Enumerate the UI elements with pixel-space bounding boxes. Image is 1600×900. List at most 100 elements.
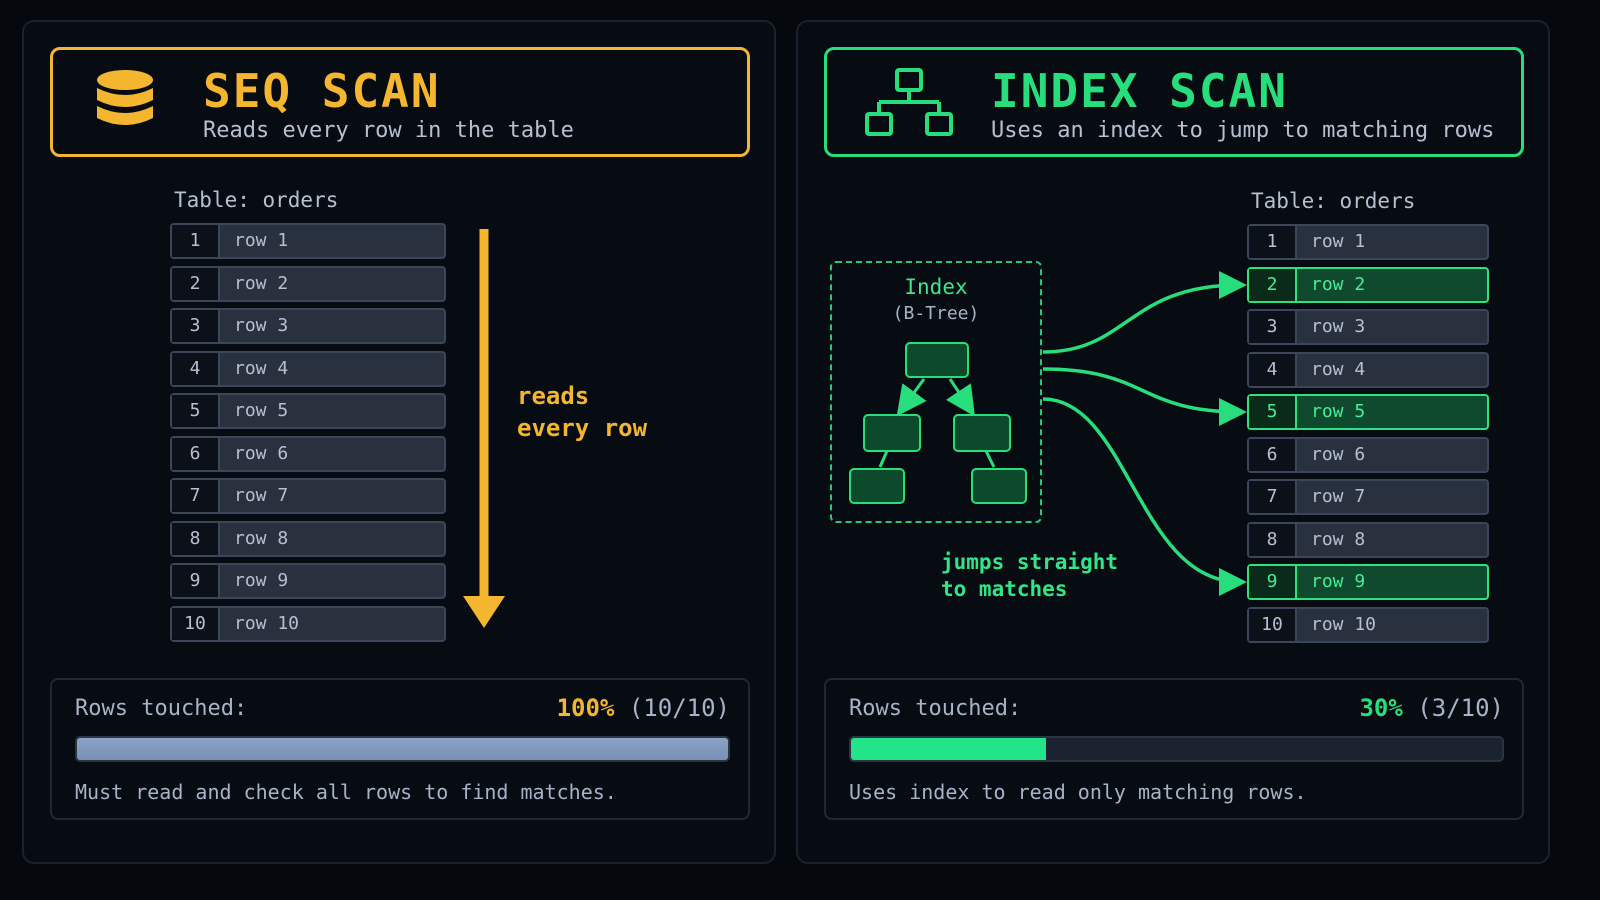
index-title: Index [904, 275, 968, 299]
table-row: 9 row 9 [1247, 564, 1489, 600]
index-scan-subtitle: Uses an index to jump to matching rows [991, 118, 1495, 143]
row-number: 3 [172, 310, 220, 342]
btree-index-box: Index (B-Tree) [830, 261, 1042, 523]
row-name: row 5 [234, 400, 289, 421]
btree-leaf-node-left [849, 468, 905, 504]
row-number: 7 [1249, 481, 1297, 513]
seq-scan-header: SEQ SCAN Reads every row in the table [50, 47, 750, 157]
database-icon [97, 70, 153, 125]
table-row: 2 row 2 [170, 265, 446, 302]
rows-touched-fraction: (3/10) [1417, 694, 1504, 722]
row-number: 4 [1249, 353, 1297, 386]
index-scan-title: INDEX SCAN [991, 64, 1288, 118]
arrow-to-row-2 [1042, 271, 1247, 354]
table-row: 5 row 5 [1247, 394, 1489, 430]
rows-touched-progress-bar [849, 736, 1504, 762]
table-row: 1 row 1 [1247, 224, 1489, 260]
row-number: 5 [1249, 396, 1297, 428]
row-name: row 1 [1311, 231, 1366, 252]
row-number: 3 [1249, 311, 1297, 343]
seq-scan-subtitle: Reads every row in the table [203, 118, 574, 143]
rows-touched-progress-bar [75, 736, 730, 762]
row-name: row 3 [1311, 316, 1366, 337]
btree-inner-node-right [953, 414, 1011, 452]
rows-touched-label: Rows touched: [75, 696, 248, 721]
arrow-to-row-5 [1042, 367, 1247, 426]
table-row: 2 row 2 [1247, 266, 1489, 303]
row-name: row 2 [1311, 273, 1366, 295]
row-number: 2 [172, 267, 220, 300]
index-scan-header: INDEX SCAN Uses an index to jump to matc… [824, 47, 1524, 157]
row-number: 7 [172, 480, 220, 512]
row-number: 5 [172, 395, 220, 427]
rows-touched-label: Rows touched: [849, 696, 1022, 721]
btree-diagram [849, 342, 1027, 504]
table-row: 3 row 3 [170, 308, 446, 344]
row-name: row 1 [234, 230, 289, 251]
index-table-rows: 1 row 1 2 row 2 3 row 3 4 row 4 5 row 5 6 row 6 7 row… [1247, 224, 1489, 649]
table-row: 7 row 7 [170, 478, 446, 514]
row-name: row 2 [234, 272, 289, 294]
table-row: 4 row 4 [1247, 351, 1489, 388]
row-name: row 5 [1311, 401, 1366, 422]
table-row: 7 row 7 [1247, 479, 1489, 515]
index-scan-panel: INDEX SCAN Uses an index to jump to matc… [796, 20, 1550, 864]
row-name: row 9 [234, 570, 289, 591]
table-row: 10 row 10 [1247, 606, 1489, 643]
row-number: 9 [172, 565, 220, 597]
row-number: 8 [1249, 523, 1297, 556]
row-number: 10 [1249, 608, 1297, 641]
seq-stats-card: Rows touched: 100% (10/10) Must read and… [50, 678, 750, 820]
rows-touched-percent: 30% [1359, 694, 1403, 722]
table-row: 6 row 6 [1247, 436, 1489, 473]
row-name: row 6 [234, 442, 289, 464]
row-number: 1 [1249, 226, 1297, 258]
index-table-label: Table: orders [1251, 189, 1416, 213]
progress-fill [77, 738, 728, 760]
index-stats-card: Rows touched: 30% (3/10) Uses index to r… [824, 678, 1524, 820]
row-number: 9 [1249, 566, 1297, 598]
row-name: row 7 [1311, 486, 1366, 507]
btree-inner-node-left [863, 414, 921, 452]
row-number: 10 [172, 607, 220, 640]
row-number: 6 [172, 437, 220, 470]
index-stats-note: Uses index to read only matching rows. [849, 780, 1307, 804]
table-row: 1 row 1 [170, 223, 446, 259]
btree-root-node [905, 342, 969, 378]
rows-touched-value: 30% (3/10) [1359, 694, 1504, 722]
table-row: 5 row 5 [170, 393, 446, 429]
row-number: 6 [1249, 438, 1297, 471]
row-number: 1 [172, 225, 220, 257]
row-name: row 7 [234, 485, 289, 506]
seq-table-rows: 1 row 1 2 row 2 3 row 3 4 row 4 5 row 5 6 row 6 7 row… [170, 223, 446, 648]
index-subtitle: (B-Tree) [892, 303, 980, 324]
table-row: 9 row 9 [170, 563, 446, 599]
row-name: row 6 [1311, 443, 1366, 465]
seq-table-label: Table: orders [174, 188, 339, 212]
seq-scan-panel: SEQ SCAN Reads every row in the table Ta… [22, 20, 776, 864]
rows-touched-percent: 100% [556, 694, 615, 722]
rows-touched-value: 100% (10/10) [557, 694, 730, 722]
table-row: 8 row 8 [1247, 521, 1489, 558]
index-scan-annotation: jumps straight to matches [941, 550, 1119, 601]
table-row: 10 row 10 [170, 605, 446, 642]
table-row: 8 row 8 [170, 520, 446, 557]
row-name: row 9 [1311, 571, 1366, 592]
btree-leaf-node-right [971, 468, 1027, 504]
row-name: row 10 [234, 612, 300, 634]
progress-fill [851, 738, 1047, 760]
table-row: 6 row 6 [170, 435, 446, 472]
row-name: row 10 [1311, 613, 1377, 635]
rows-touched-fraction: (10/10) [628, 694, 730, 722]
row-name: row 8 [1311, 528, 1366, 550]
row-number: 8 [172, 522, 220, 555]
table-row: 4 row 4 [170, 350, 446, 387]
row-name: row 4 [234, 357, 289, 379]
row-name: row 8 [234, 527, 289, 549]
table-row: 3 row 3 [1247, 309, 1489, 345]
row-number: 4 [172, 352, 220, 385]
seq-scan-annotation: reads every row [517, 382, 648, 442]
row-name: row 4 [1311, 358, 1366, 380]
tree-structure-icon [865, 68, 953, 136]
seq-scan-title: SEQ SCAN [203, 64, 441, 118]
